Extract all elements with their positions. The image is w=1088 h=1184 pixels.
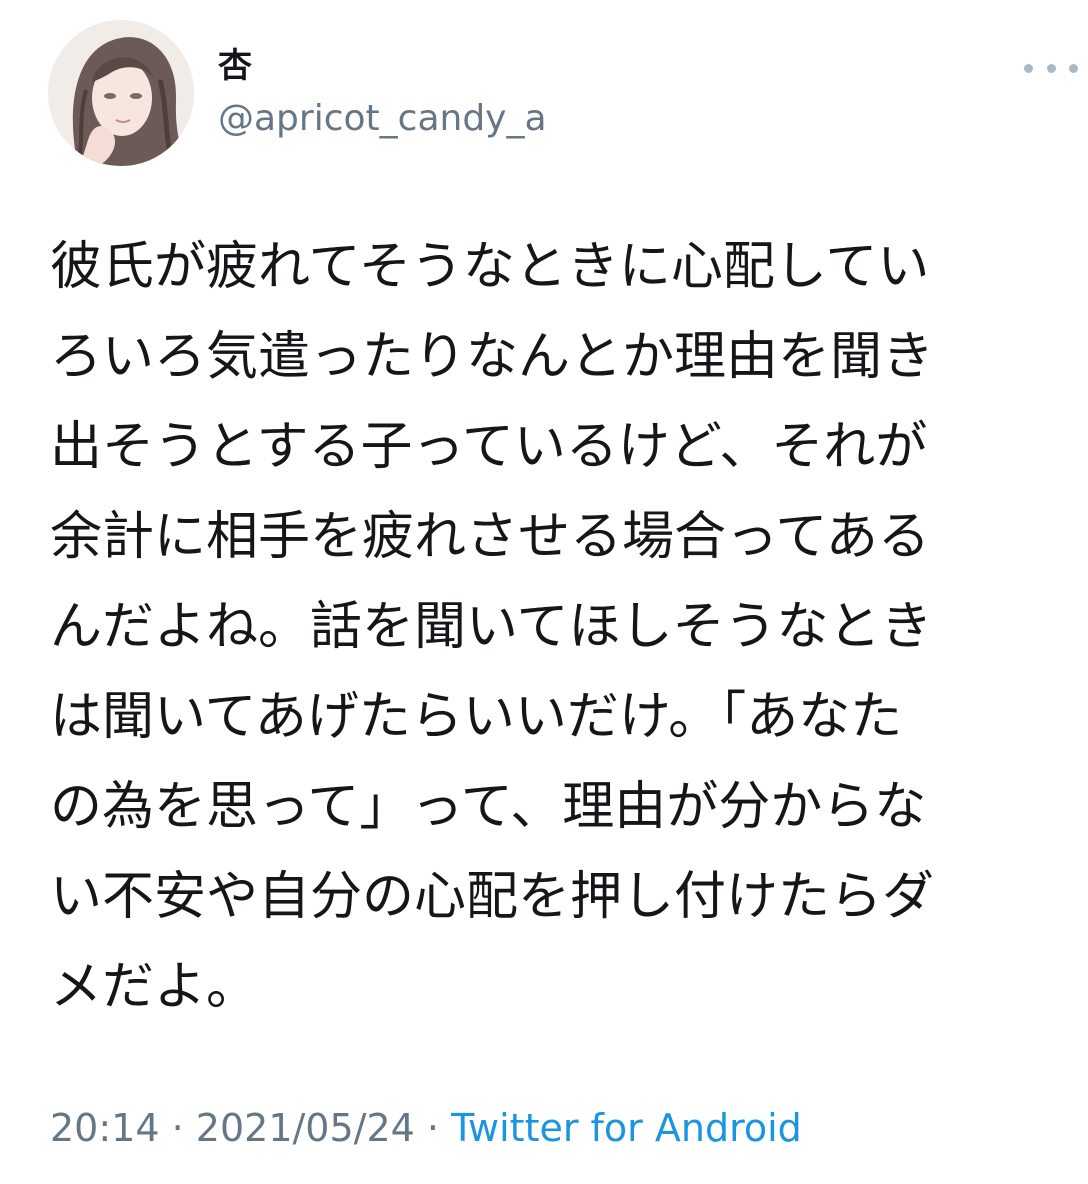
tweet-text: 彼氏が疲れてそうなときに心配してい ろいろ気遣ったりなんとか理由を聞き 出そうと… [50, 222, 1060, 1032]
more-dot [1046, 63, 1056, 73]
tweet-date[interactable]: 2021/05/24 [196, 1106, 415, 1150]
tweet-text-line: い不安や自分の心配を押し付けたらダ [50, 867, 935, 927]
display-name[interactable]: 杏 [218, 44, 252, 88]
tweet-text-line: 彼氏が疲れてそうなときに心配してい [50, 237, 930, 297]
tweet-text-line: メだよ。 [50, 957, 259, 1017]
meta-separator: · [426, 1106, 440, 1150]
tweet-text-line: の為を思って」って、理由が分からな [50, 777, 927, 837]
tweet-source-link[interactable]: Twitter for Android [451, 1106, 802, 1150]
tweet-text-line: んだよね。話を聞いてほしそうなとき [50, 597, 933, 657]
avatar-illustration [48, 20, 194, 166]
tweet: 杏 @apricot_candy_a 彼氏が疲れてそうなときに心配してい ろいろ… [0, 0, 1088, 1184]
user-handle[interactable]: @apricot_candy_a [218, 96, 547, 142]
more-dot [1069, 63, 1078, 73]
avatar[interactable] [48, 20, 194, 166]
more-dot [1024, 63, 1033, 73]
more-horizontal-icon[interactable] [1024, 54, 1078, 82]
tweet-text-line: ろいろ気遣ったりなんとか理由を聞き [50, 327, 935, 387]
meta-separator: · [171, 1106, 184, 1150]
tweet-meta: 20:14 · 2021/05/24 · Twitter for Android [50, 1104, 802, 1152]
tweet-text-line: 出そうとする子っているけど、それが [50, 417, 928, 477]
tweet-text-line: 余計に相手を疲れさせる場合ってある [50, 507, 930, 567]
tweet-time[interactable]: 20:14 [50, 1106, 160, 1150]
tweet-text-line: は聞いてあげたらいいだけ。「あなた [50, 687, 903, 747]
